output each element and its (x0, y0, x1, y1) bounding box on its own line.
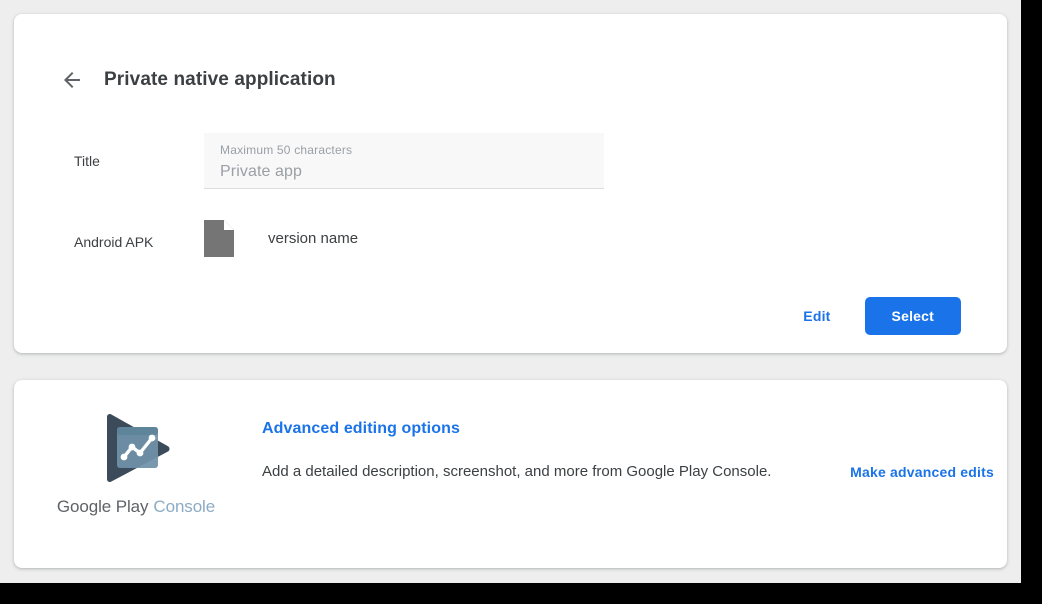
title-input-value: Private app (220, 163, 303, 180)
page-viewport: Private native application Title Maximum… (0, 0, 1021, 583)
card-actions: Edit Select (791, 297, 961, 335)
apk-form-row: Android APK version name (14, 220, 358, 257)
card-header: Private native application (14, 58, 336, 102)
title-input-hint: Maximum 50 characters (220, 143, 353, 157)
advanced-editing-heading[interactable]: Advanced editing options (262, 418, 460, 440)
title-field-label: Title (74, 153, 100, 169)
file-document-icon (204, 220, 234, 257)
advanced-editing-description: Add a detailed description, screenshot, … (262, 463, 772, 480)
wordmark-google-play: Google Play (56, 497, 149, 516)
page-title: Private native application (104, 69, 336, 90)
apk-file-entry: version name (204, 220, 358, 257)
title-input[interactable]: Maximum 50 characters Private app (204, 133, 604, 189)
google-play-console-logo (36, 413, 236, 483)
play-console-content: Google Play Console Advanced editing opti… (14, 380, 1007, 568)
edit-button[interactable]: Edit (791, 298, 842, 334)
play-console-wordmark: Google Play Console (36, 497, 236, 517)
wordmark-console: Console (153, 497, 216, 516)
play-console-branding: Google Play Console (36, 413, 236, 517)
play-console-copy: Advanced editing options Add a detailed … (262, 418, 822, 483)
app-details-card: Private native application Title Maximum… (14, 14, 1007, 353)
play-console-card: Google Play Console Advanced editing opti… (14, 380, 1007, 568)
title-form-row: Title Maximum 50 characters Private app (14, 133, 604, 189)
arrow-left-icon (60, 68, 84, 92)
back-button[interactable] (50, 58, 94, 102)
select-button[interactable]: Select (864, 297, 961, 335)
apk-version-name: version name (268, 229, 359, 247)
make-advanced-edits-link[interactable]: Make advanced edits (850, 464, 994, 480)
apk-field-label: Android APK (74, 234, 154, 250)
